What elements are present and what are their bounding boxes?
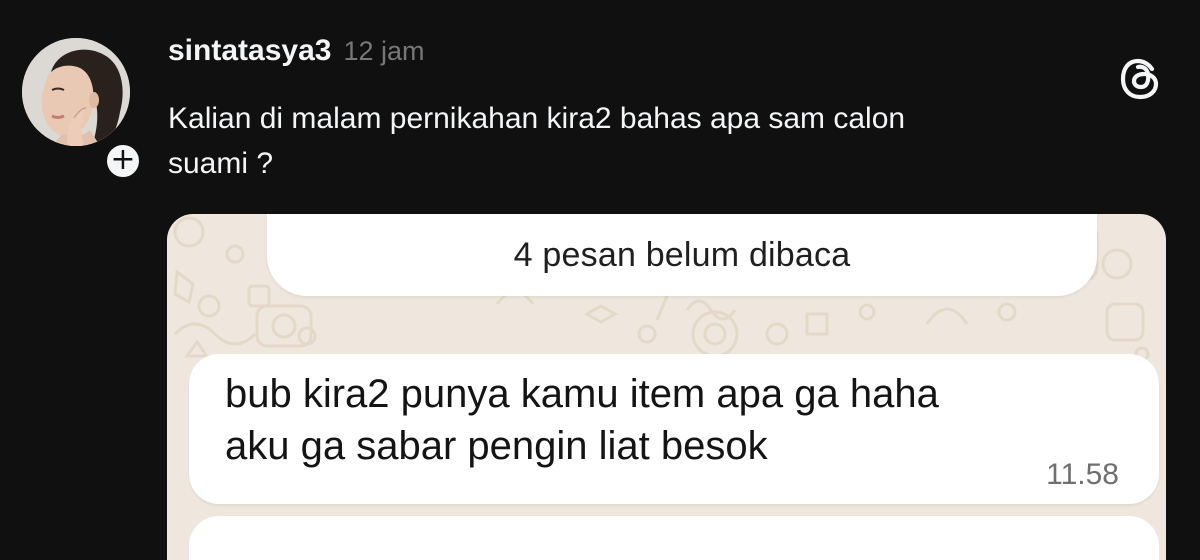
threads-logo-icon[interactable] — [1118, 56, 1164, 102]
post-caption: Kalian di malam pernikahan kira2 bahas a… — [168, 102, 906, 180]
username[interactable]: sintatasya3 — [168, 34, 331, 68]
avatar[interactable] — [22, 38, 130, 146]
avatar-container: + — [22, 38, 144, 182]
message-text: bub kira2 punya kamu item apa ga haha ak… — [225, 372, 939, 468]
follow-button[interactable]: + — [102, 140, 144, 182]
post-timestamp: 12 jam — [343, 36, 425, 66]
message-bubble-partial — [189, 516, 1159, 560]
avatar-photo — [22, 38, 130, 146]
plus-icon: + — [110, 142, 136, 177]
thread-post: + sintatasya3 12 jam Kalian di malam per… — [0, 0, 1200, 560]
unread-messages-banner: 4 pesan belum dibaca — [267, 214, 1097, 296]
threads-logo-svg — [1120, 58, 1159, 100]
message-time: 11.58 — [1046, 458, 1119, 491]
unread-messages-text: 4 pesan belum dibaca — [513, 235, 851, 274]
message-bubble: bub kira2 punya kamu item apa ga haha ak… — [189, 354, 1159, 504]
post-image-attachment[interactable]: 4 pesan belum dibaca bub kira2 punya kam… — [167, 214, 1166, 560]
post-header: sintatasya3 12 jam — [168, 34, 424, 74]
